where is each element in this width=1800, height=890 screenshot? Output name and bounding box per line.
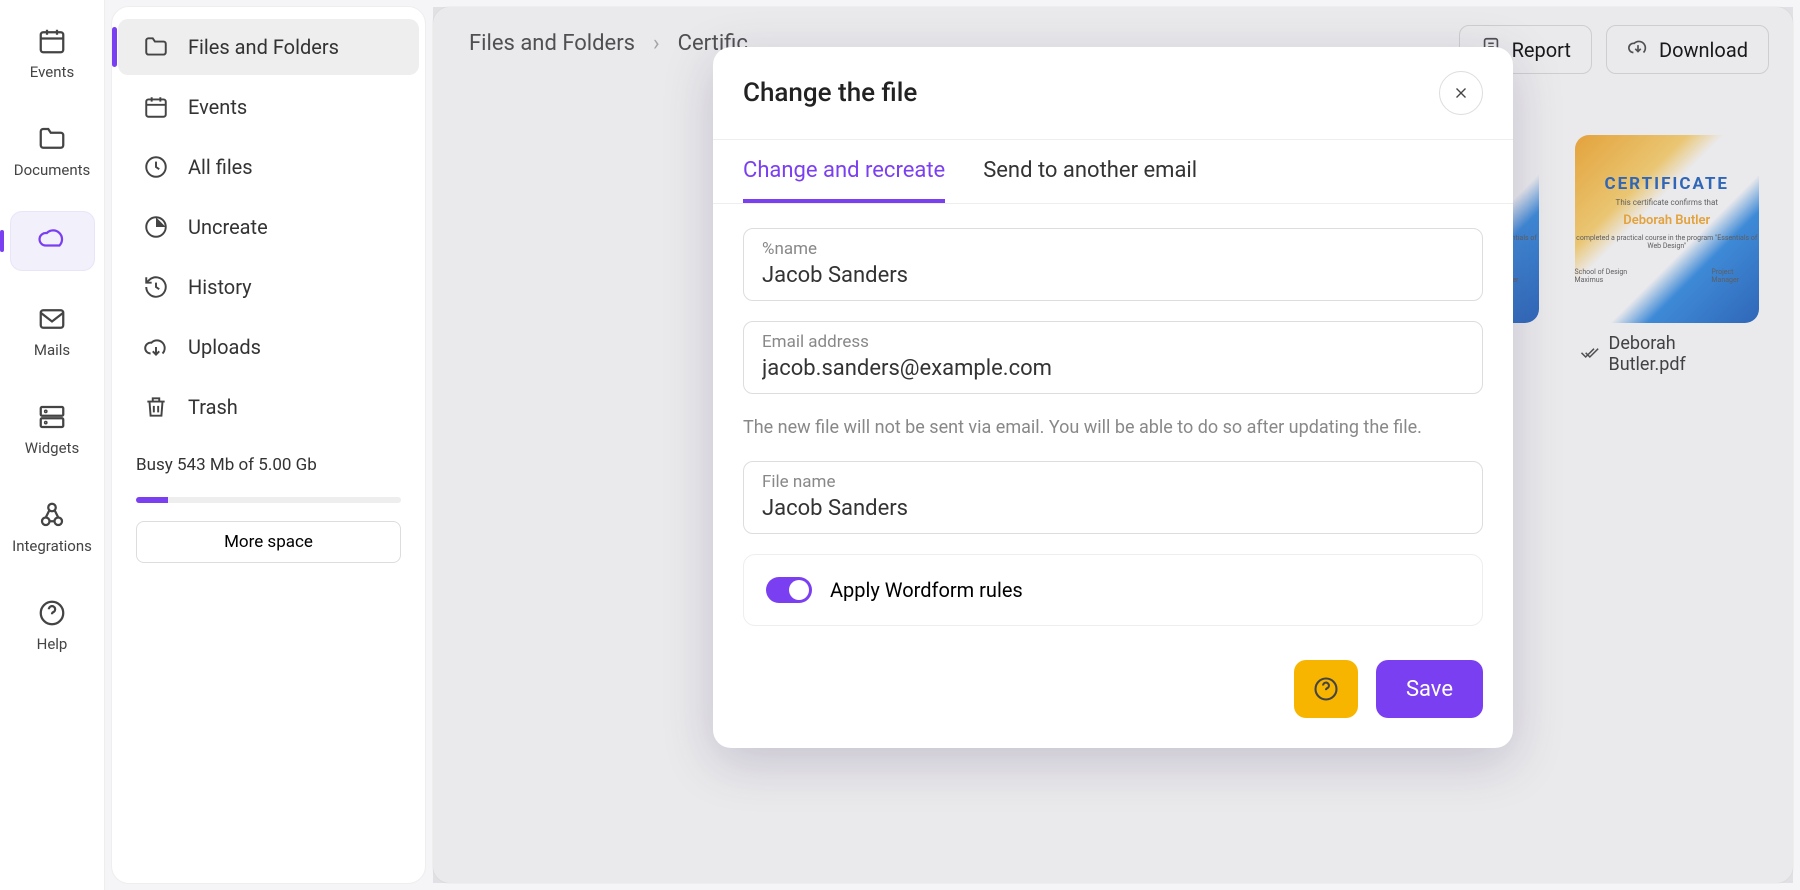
email-field[interactable]: Email address: [743, 321, 1483, 394]
sidebar: Files and Folders Events All files Uncre…: [111, 6, 426, 884]
filename-field[interactable]: File name: [743, 461, 1483, 534]
save-button[interactable]: Save: [1376, 660, 1483, 718]
file-name-label: Deborah Butler.pdf: [1609, 333, 1756, 375]
rail-events[interactable]: Events: [10, 15, 95, 91]
storage-bar: [136, 497, 401, 503]
pie-icon: [142, 213, 170, 241]
modal-help-button[interactable]: [1294, 660, 1358, 718]
side-history[interactable]: History: [118, 259, 419, 315]
folder-icon: [142, 33, 170, 61]
tab-change-recreate[interactable]: Change and recreate: [743, 140, 945, 203]
modal-title: Change the file: [743, 78, 917, 108]
left-rail: Events Documents Mails Widgets Integrati…: [0, 0, 105, 890]
webhook-icon: [36, 499, 68, 531]
download-cloud-icon: [142, 333, 170, 361]
side-uncreate[interactable]: Uncreate: [118, 199, 419, 255]
rail-documents[interactable]: Documents: [10, 113, 95, 189]
download-button[interactable]: Download: [1606, 25, 1769, 74]
folder-icon: [36, 123, 68, 155]
history-icon: [142, 273, 170, 301]
more-space-button[interactable]: More space: [136, 521, 401, 563]
side-all-files[interactable]: All files: [118, 139, 419, 195]
filename-input[interactable]: [762, 496, 1464, 521]
side-files-folders[interactable]: Files and Folders: [118, 19, 419, 75]
side-events[interactable]: Events: [118, 79, 419, 135]
modal-tabs: Change and recreate Send to another emai…: [713, 139, 1513, 204]
storage-text: Busy 543 Mb of 5.00 Gb: [112, 439, 425, 483]
file-card[interactable]: CERTIFICATEThis certificate confirms tha…: [1575, 135, 1760, 385]
rail-cloud[interactable]: [10, 211, 95, 271]
calendar-icon: [142, 93, 170, 121]
clock-icon: [142, 153, 170, 181]
sent-icon: [1579, 342, 1599, 367]
name-input[interactable]: [762, 263, 1464, 288]
server-icon: [36, 401, 68, 433]
wordform-toggle[interactable]: [766, 577, 812, 603]
cloud-icon: [36, 222, 68, 254]
close-icon: [1452, 84, 1470, 102]
rail-widgets[interactable]: Widgets: [10, 391, 95, 467]
tab-send-email[interactable]: Send to another email: [983, 140, 1197, 203]
side-uploads[interactable]: Uploads: [118, 319, 419, 375]
file-thumbnail: CERTIFICATEThis certificate confirms tha…: [1575, 135, 1760, 323]
trash-icon: [142, 393, 170, 421]
file-name-row: Deborah Butler.pdf: [1575, 323, 1760, 385]
download-icon: [1627, 36, 1649, 63]
rail-mails[interactable]: Mails: [10, 293, 95, 369]
help-icon: [36, 597, 68, 629]
calendar-icon: [36, 25, 68, 57]
email-hint: The new file will not be sent via email.…: [743, 414, 1483, 441]
wordform-toggle-row: Apply Wordform rules: [743, 554, 1483, 626]
help-icon: [1312, 675, 1340, 703]
main-panel: Files and Folders › Certific… Report Dow…: [432, 6, 1794, 884]
rail-integrations[interactable]: Integrations: [10, 489, 95, 565]
email-input[interactable]: [762, 356, 1464, 381]
mail-icon: [36, 303, 68, 335]
rail-help[interactable]: Help: [10, 587, 95, 663]
change-file-modal: Change the file Change and recreate Send…: [713, 47, 1513, 748]
side-trash[interactable]: Trash: [118, 379, 419, 435]
close-button[interactable]: [1439, 71, 1483, 115]
name-field[interactable]: %name: [743, 228, 1483, 301]
